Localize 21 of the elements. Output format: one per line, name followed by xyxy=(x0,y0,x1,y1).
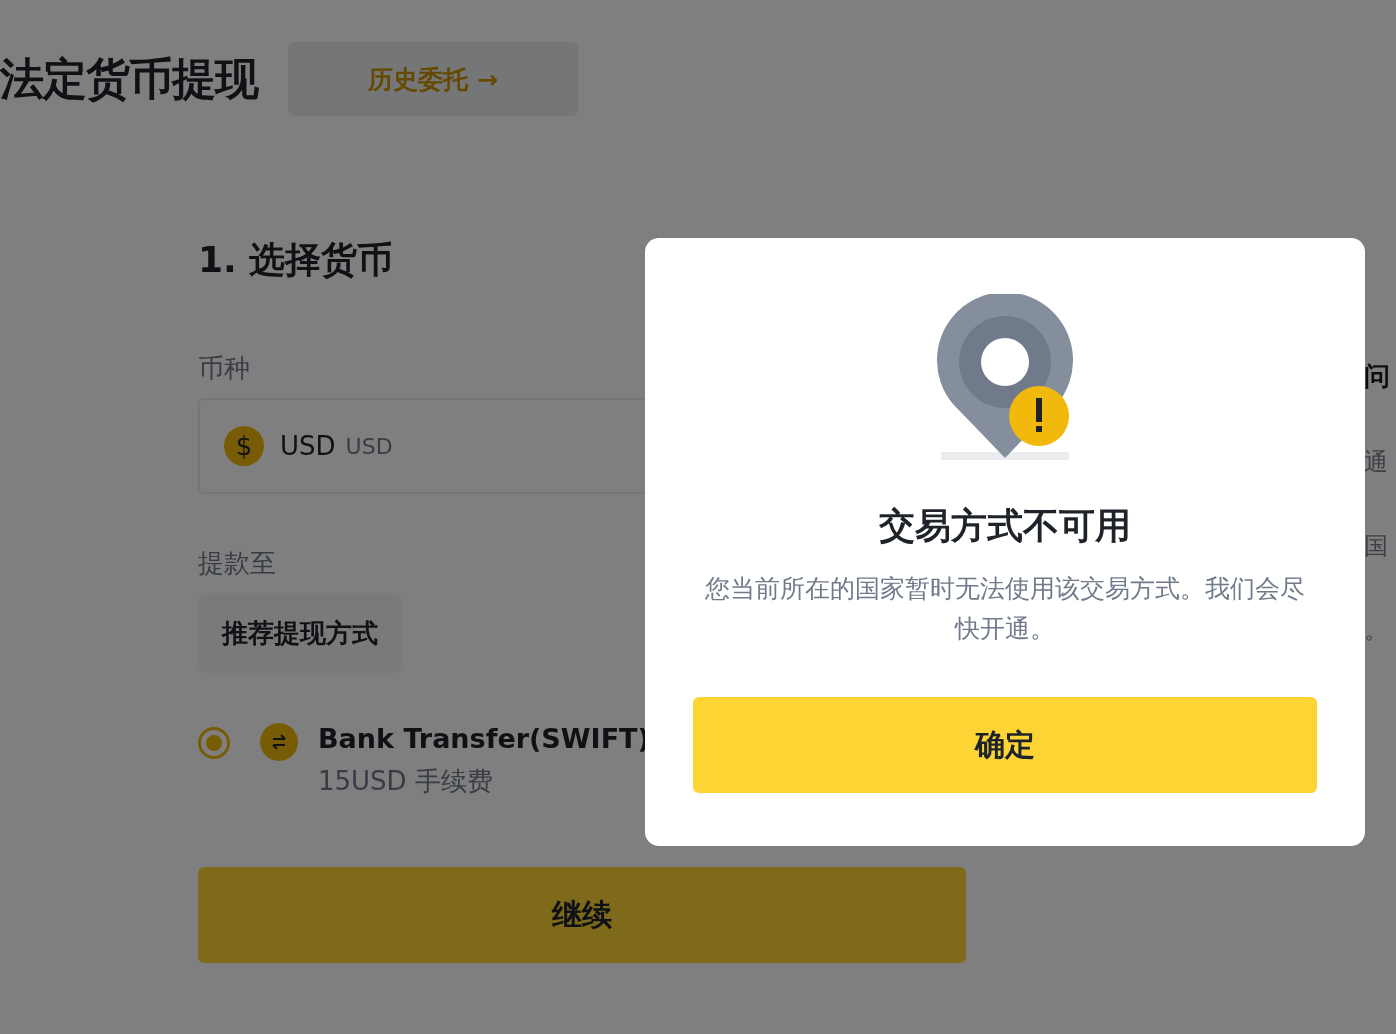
page-title: 法定货币提现 xyxy=(0,51,258,106)
step-title: 1. 选择货币 xyxy=(198,238,395,282)
method-fee: 15USD 手续费 xyxy=(318,765,494,798)
field-label: 提款至 xyxy=(198,547,277,580)
currency-code: USD xyxy=(345,433,393,459)
dialog-message: 您当前所在的国家暂时无法使用该交易方式。我们会尽快开通。 xyxy=(704,573,1306,645)
confirm-button[interactable]: 确定 xyxy=(693,697,1317,793)
side-text: 问 xyxy=(1364,362,1391,391)
currency-value: USD xyxy=(280,431,336,461)
swap-arrows-icon xyxy=(260,723,298,761)
field-label: 币种 xyxy=(198,352,251,385)
continue-button[interactable]: 继续 xyxy=(198,867,966,963)
side-text: 国 xyxy=(1364,533,1389,560)
side-text: 。 xyxy=(1364,617,1389,644)
radio-button[interactable] xyxy=(198,727,230,759)
method-name: Bank Transfer(SWIFT) xyxy=(318,723,650,754)
method-tab[interactable]: 推荐提现方式 xyxy=(198,593,402,673)
location-warning-icon xyxy=(937,294,1073,462)
side-text: 通 xyxy=(1364,448,1389,475)
dollar-coin-icon: $ xyxy=(224,426,264,466)
dialog-title: 交易方式不可用 xyxy=(879,504,1131,548)
